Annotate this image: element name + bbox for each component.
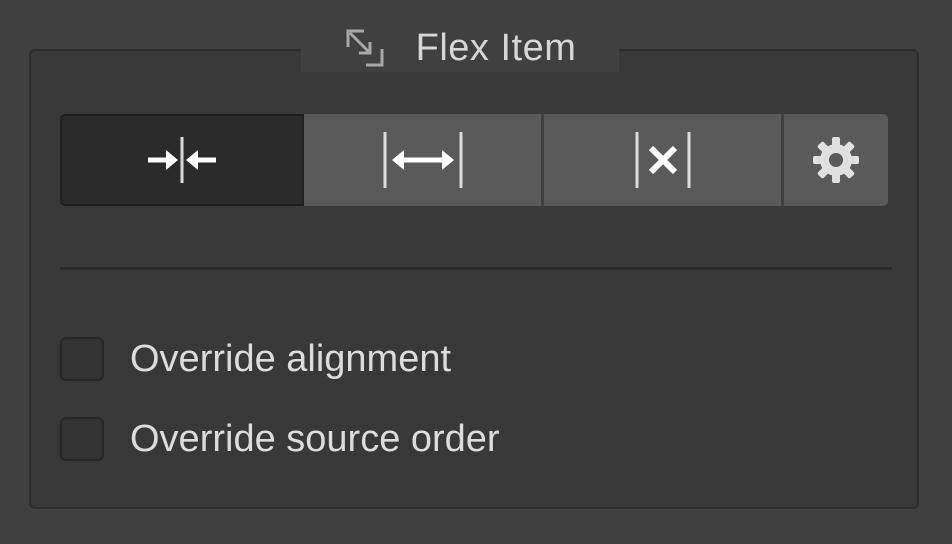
shrink-arrows-icon <box>146 135 218 185</box>
override-alignment-checkbox[interactable] <box>60 337 104 381</box>
flex-sizing-segmented-control <box>60 114 888 206</box>
override-source-order-checkbox[interactable] <box>60 417 104 461</box>
custom-settings-button[interactable] <box>784 114 888 206</box>
override-alignment-row[interactable]: Override alignment <box>60 337 451 381</box>
no-resize-button[interactable] <box>544 114 784 206</box>
shrink-button[interactable] <box>60 114 304 206</box>
override-source-order-row[interactable]: Override source order <box>60 417 500 461</box>
grow-arrows-icon <box>382 130 464 190</box>
override-alignment-label: Override alignment <box>130 337 452 380</box>
panel-header: Flex Item <box>301 24 619 72</box>
gear-icon <box>811 135 861 185</box>
grow-button[interactable] <box>304 114 544 206</box>
no-resize-icon <box>634 130 692 190</box>
section-divider <box>60 267 892 270</box>
resize-corner-icon <box>344 27 386 69</box>
panel-title: Flex Item <box>415 26 577 69</box>
override-source-order-label: Override source order <box>130 417 500 460</box>
